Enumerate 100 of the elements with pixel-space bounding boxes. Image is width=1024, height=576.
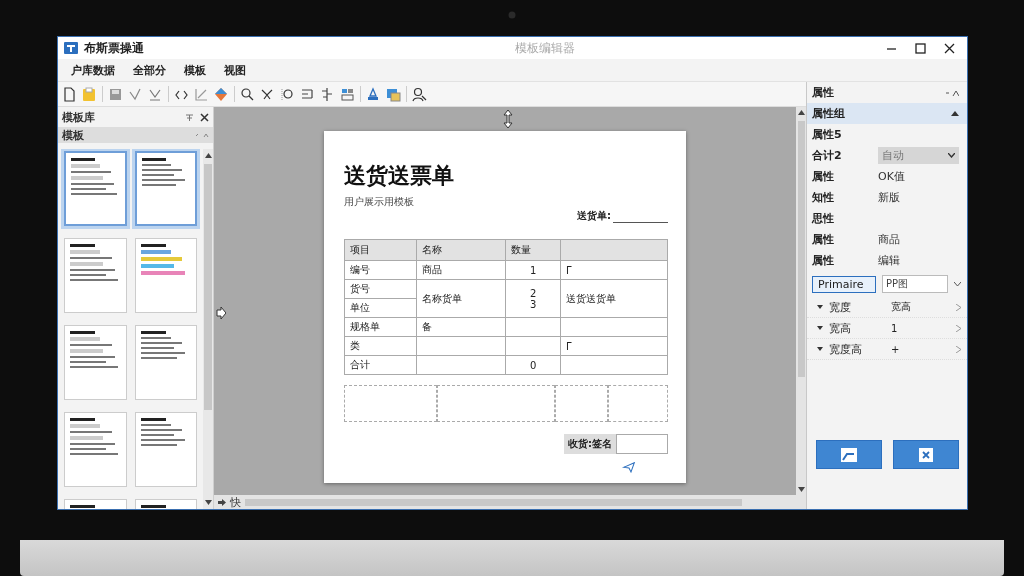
table-cell: 送货送货单	[560, 279, 668, 318]
table-cell: 1	[506, 260, 561, 280]
panel-title: 属性	[812, 85, 835, 100]
template-thumbnail[interactable]	[134, 325, 197, 400]
tree-item[interactable]: 宽度	[829, 299, 885, 315]
caret-icon	[948, 153, 955, 158]
save-icon[interactable]	[108, 86, 123, 102]
table-cell: 规格单	[344, 317, 417, 337]
maximize-icon[interactable]	[915, 42, 926, 54]
property-value: OK值	[878, 169, 905, 184]
table-cell: 合计	[344, 355, 417, 375]
property-label: 属性5	[812, 127, 843, 142]
scroll-down-icon[interactable]	[204, 500, 212, 505]
grid-icon[interactable]	[340, 86, 355, 102]
document-title: 模板编辑器	[514, 39, 576, 57]
close-icon[interactable]	[200, 112, 209, 122]
column-header: 名称	[416, 239, 506, 261]
scrollbar[interactable]	[796, 107, 806, 495]
property-label: 思性	[812, 211, 835, 226]
table-cell: 2 3	[506, 279, 561, 318]
table-cell: Γ	[560, 336, 668, 356]
app-logo-icon	[64, 42, 78, 54]
check-icon[interactable]	[128, 86, 143, 102]
dropdown-value: Primaire	[818, 277, 864, 291]
property-label: 合计2	[812, 148, 843, 163]
table-cell: 商品	[416, 260, 506, 280]
document-subtitle: 用户展示用模板	[344, 195, 415, 209]
crop-icon[interactable]	[194, 86, 209, 102]
user-search-icon[interactable]	[412, 86, 427, 102]
caret-icon[interactable]	[954, 281, 961, 287]
menu-item[interactable]: 户库数据	[64, 60, 122, 80]
send-icon[interactable]	[620, 462, 638, 473]
template-thumbnail[interactable]	[134, 412, 197, 487]
scrollbar[interactable]: 快	[214, 495, 806, 509]
field-label: 送货单:	[577, 209, 611, 223]
expanded-icon[interactable]	[817, 346, 823, 352]
property-group-header[interactable]: 属性组	[807, 103, 967, 124]
scrollbar[interactable]	[203, 149, 213, 509]
column-header: 项目	[344, 239, 417, 261]
shape-icon[interactable]	[214, 86, 229, 102]
table-cell	[506, 317, 561, 337]
property-value: 宽高	[891, 300, 912, 314]
template-thumbnail[interactable]	[134, 238, 197, 313]
property-value: 新版	[878, 190, 900, 205]
chevron-right-icon[interactable]	[956, 303, 961, 311]
arrow-right-icon	[216, 307, 226, 319]
tree-item[interactable]: 宽高	[829, 320, 885, 336]
expanded-icon[interactable]	[817, 304, 823, 310]
template-thumbnail[interactable]	[64, 325, 127, 400]
arrow-right-icon[interactable]	[218, 498, 226, 506]
window-title: 布斯票操通	[84, 39, 144, 57]
search-icon[interactable]	[240, 86, 255, 102]
property-label: 知性	[812, 190, 835, 205]
table-cell: Γ	[560, 260, 668, 280]
template-thumbnail[interactable]	[134, 151, 197, 226]
menu-item[interactable]: 视图	[217, 60, 253, 80]
cursor-icon	[502, 110, 514, 128]
group-title: 属性组	[812, 106, 846, 121]
template-thumbnail[interactable]	[64, 412, 127, 487]
style-dropdown[interactable]: Primaire	[812, 275, 876, 293]
template-thumbnail[interactable]	[64, 238, 127, 313]
document-title: 送货送票单	[344, 162, 455, 190]
property-value: +	[891, 343, 901, 355]
chevron-right-icon[interactable]	[956, 324, 961, 332]
scroll-up-icon[interactable]	[797, 110, 805, 115]
image-icon[interactable]	[386, 86, 401, 102]
property-label: 属性	[812, 169, 835, 184]
scroll-up-icon[interactable]	[204, 153, 212, 158]
table-cell: 类	[344, 336, 417, 356]
property-value: 商品	[878, 232, 900, 247]
collapse-icon[interactable]	[945, 88, 959, 97]
template-thumbnail[interactable]	[64, 151, 127, 226]
section-title: 模板	[62, 127, 85, 143]
collapse-icon[interactable]	[951, 111, 959, 116]
stamp-icon[interactable]	[366, 86, 381, 102]
new-file-icon[interactable]	[62, 86, 77, 102]
field-label: 收货:签名	[564, 434, 616, 455]
section-header[interactable]: 模板	[58, 127, 213, 143]
table-cell	[506, 336, 561, 356]
table-cell: 单位	[344, 298, 417, 318]
export-button[interactable]	[816, 440, 882, 469]
menu-item[interactable]: 模板	[177, 60, 213, 80]
column-header: 数量	[506, 239, 561, 261]
style-field[interactable]: PP图	[882, 275, 948, 293]
pin-icon[interactable]	[185, 112, 194, 122]
signature-field[interactable]	[616, 434, 668, 455]
menu-item[interactable]: 全部分	[126, 60, 173, 80]
status-text: 快	[230, 494, 241, 509]
close-icon[interactable]	[944, 42, 955, 54]
property-label: 属性	[812, 253, 835, 268]
expanded-icon[interactable]	[817, 325, 823, 331]
chevron-right-icon[interactable]	[956, 345, 961, 353]
close-icon	[919, 447, 933, 462]
table-cell: 0	[506, 355, 561, 375]
table-cell: 编号	[344, 260, 417, 280]
tree-item[interactable]: 宽度高	[829, 341, 885, 357]
close-button[interactable]	[893, 440, 959, 469]
table-cell: 货号	[344, 279, 417, 299]
property-value: 1	[891, 322, 899, 334]
scroll-down-icon[interactable]	[797, 487, 805, 492]
